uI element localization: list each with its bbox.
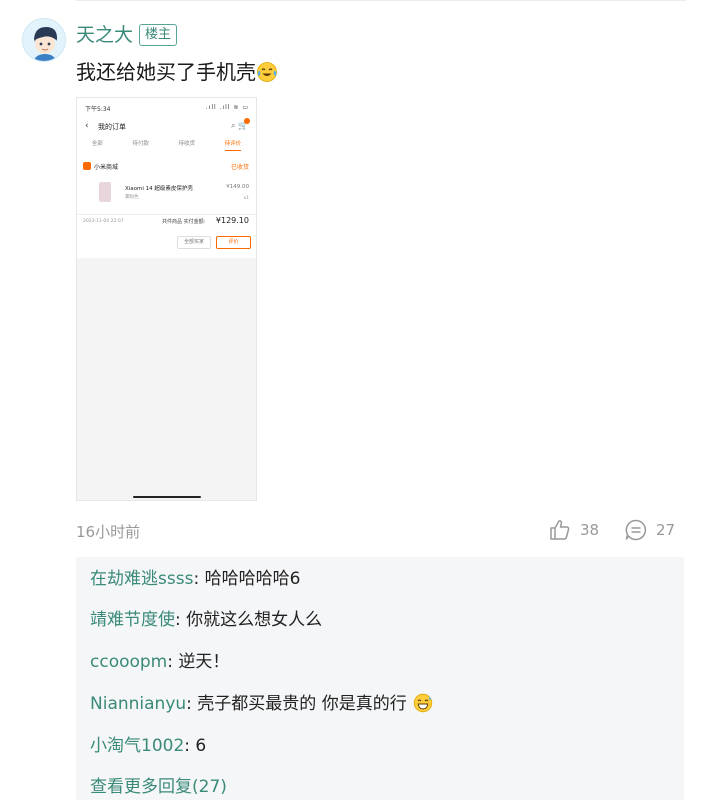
order-date: 2023-11-04 22:07 <box>83 219 124 224</box>
reply-colon: : <box>186 694 198 714</box>
order-tab-unpaid: 待付款 <box>132 141 149 147</box>
review-button: 评价 <box>216 236 251 249</box>
reply-text: 6 <box>195 736 207 756</box>
reply-author[interactable]: 小淘气1002 <box>90 736 184 756</box>
grinning-sweat-emoji-icon <box>413 693 433 713</box>
order-tabs: 全部 待付款 待收货 待评价 <box>77 139 256 151</box>
phone-case-thumbnail <box>99 182 111 202</box>
order-screenshot-image[interactable]: 下午5:34 .ıll .ıll ≋ ▭ ‹ 我的订单 ⌕ 🛒 全部 待付款 待… <box>76 97 257 501</box>
like-count: 38 <box>580 521 600 539</box>
reply-text: 你就这么想女人么 <box>186 610 323 630</box>
reply-item[interactable]: Niannianyu: 壳子都买最贵的 你是真的行 <box>90 692 433 716</box>
order-status: 已收货 <box>230 164 249 171</box>
reply-author[interactable]: Niannianyu <box>90 694 186 714</box>
order-tab-shipping: 待收货 <box>178 141 196 147</box>
reply-item[interactable]: 在劫难逃ssss: 哈哈哈哈哈6 <box>90 567 300 591</box>
mi-store-logo-icon <box>83 162 91 170</box>
rebuy-button: 全部买家 <box>177 236 211 249</box>
store-name: 小米商城 <box>94 164 119 171</box>
crying-laughing-emoji-icon <box>256 61 278 83</box>
view-more-replies-link[interactable]: 查看更多回复(27) <box>90 775 227 799</box>
order-tab-to-review: 待评价 <box>224 139 242 151</box>
avatar[interactable] <box>22 18 66 62</box>
op-badge: 楼主 <box>139 24 178 46</box>
reply-item[interactable]: ccooopm: 逆天！ <box>90 650 229 674</box>
reply-colon: : <box>193 569 205 589</box>
status-bar-icons: .ıll .ıll ≋ ▭ <box>205 104 249 111</box>
reply-text: 壳子都买最贵的 你是真的行 <box>197 694 407 714</box>
status-bar-time: 下午5:34 <box>85 106 111 113</box>
reply-text: 逆天！ <box>178 652 230 672</box>
post-text: 我还给她买了手机壳 <box>76 58 278 86</box>
avatar-illustration-icon <box>23 19 65 61</box>
comment-button[interactable]: 27 <box>624 518 675 542</box>
reply-colon: : <box>167 652 179 672</box>
post-text-content: 我还给她买了手机壳 <box>76 60 256 84</box>
reply-text: 哈哈哈哈哈6 <box>204 569 301 589</box>
reply-colon: : <box>184 736 196 756</box>
reply-author[interactable]: 靖难节度使 <box>90 610 175 630</box>
post-author-name[interactable]: 天之大 <box>76 22 133 48</box>
top-divider <box>76 0 686 1</box>
comment-count: 27 <box>656 521 676 539</box>
product-spec: 雾粉色 <box>125 195 139 200</box>
like-button[interactable]: 38 <box>548 518 599 542</box>
comment-bubble-icon <box>625 519 647 541</box>
reply-item[interactable]: 小淘气1002: 6 <box>90 734 206 758</box>
reply-author[interactable]: ccooopm <box>90 652 167 672</box>
orders-nav-title: 我的订单 <box>98 123 126 131</box>
order-divider <box>77 214 256 215</box>
reply-list: 在劫难逃ssss: 哈哈哈哈哈6 靖难节度使: 你就这么想女人么 ccooopm… <box>76 557 684 800</box>
back-arrow-icon: ‹ <box>85 121 89 131</box>
cart-badge-icon <box>244 118 250 124</box>
reply-colon: : <box>175 610 187 630</box>
reply-author[interactable]: 在劫难逃ssss <box>90 569 193 589</box>
order-total: ¥129.10 <box>215 216 249 225</box>
thumbs-up-icon <box>550 520 570 540</box>
order-tab-all: 全部 <box>91 141 103 147</box>
product-qty: x1 <box>243 196 249 201</box>
post-timestamp: 16小时前 <box>76 523 141 541</box>
reply-item[interactable]: 靖难节度使: 你就这么想女人么 <box>90 608 322 632</box>
order-total-label: 共件商品 实付金额: <box>162 219 206 225</box>
home-indicator <box>133 496 201 498</box>
product-name: Xiaomi 14 超级素皮保护壳 <box>125 186 193 192</box>
product-price: ¥149.00 <box>226 184 249 190</box>
